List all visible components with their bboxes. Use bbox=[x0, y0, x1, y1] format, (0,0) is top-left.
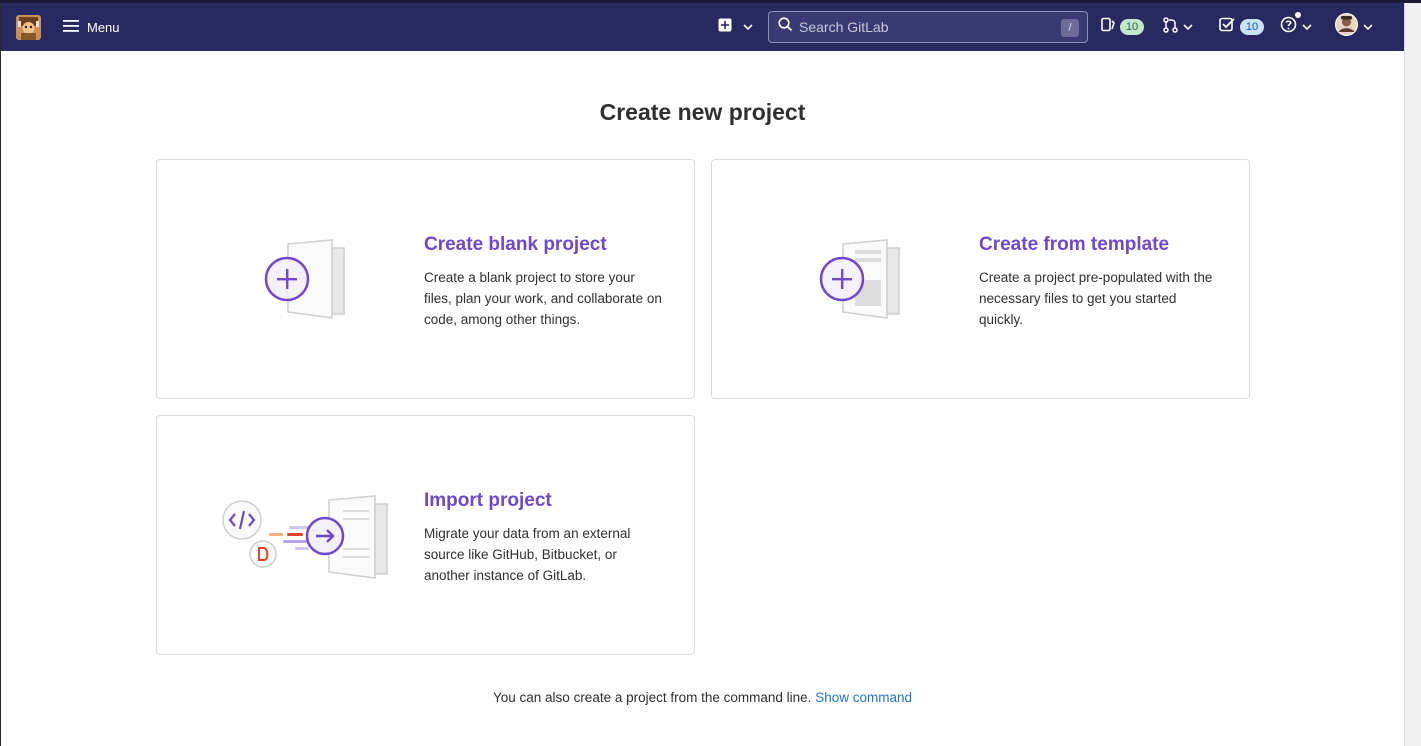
chevron-down-icon bbox=[1183, 18, 1193, 36]
card-title: Import project bbox=[424, 490, 552, 511]
show-command-link[interactable]: Show command bbox=[815, 690, 912, 705]
create-from-template-card[interactable]: Create from template Create a project pr… bbox=[711, 159, 1250, 399]
notification-dot bbox=[1295, 12, 1301, 18]
chevron-down-icon bbox=[1363, 18, 1373, 36]
command-line-hint-text: You can also create a project from the c… bbox=[493, 690, 812, 705]
todo-check-icon bbox=[1219, 17, 1235, 37]
tanuki-avatar-icon[interactable] bbox=[16, 15, 41, 40]
import-project-illustration bbox=[217, 492, 397, 589]
new-dropdown-button[interactable] bbox=[718, 15, 753, 39]
import-project-card[interactable]: Import project Migrate your data from an… bbox=[156, 415, 695, 655]
card-description: Migrate your data from an external sourc… bbox=[424, 526, 631, 583]
issues-icon bbox=[1101, 17, 1115, 37]
chevron-down-icon bbox=[743, 18, 753, 36]
browser-window: Menu / 10 bbox=[1, 3, 1404, 746]
todos-button[interactable]: 10 bbox=[1219, 15, 1264, 39]
scrollbar[interactable] bbox=[1404, 3, 1421, 746]
hamburger-icon bbox=[63, 19, 79, 36]
search-input[interactable] bbox=[799, 19, 1059, 35]
menu-button[interactable]: Menu bbox=[63, 15, 120, 39]
chevron-down-icon bbox=[1302, 18, 1312, 36]
card-title: Create blank project bbox=[424, 234, 607, 255]
todos-count-badge: 10 bbox=[1240, 19, 1264, 35]
card-title: Create from template bbox=[979, 234, 1170, 255]
user-menu-button[interactable] bbox=[1335, 13, 1373, 41]
menu-label: Menu bbox=[87, 19, 120, 35]
question-icon bbox=[1280, 12, 1301, 38]
command-line-hint: You can also create a project from the c… bbox=[1, 690, 1404, 705]
top-navbar: Menu / 10 bbox=[1, 3, 1404, 51]
search-box[interactable]: / bbox=[768, 11, 1088, 43]
plus-square-icon bbox=[718, 18, 732, 37]
card-description: Create a project pre-populated with the … bbox=[979, 270, 1213, 327]
blank-project-illustration bbox=[262, 236, 352, 325]
page-title: Create new project bbox=[599, 99, 806, 125]
help-button[interactable] bbox=[1280, 12, 1312, 39]
issues-button[interactable]: 10 bbox=[1101, 15, 1144, 39]
merge-requests-button[interactable] bbox=[1163, 15, 1193, 39]
search-icon bbox=[778, 17, 793, 37]
merge-request-icon bbox=[1163, 16, 1178, 38]
issues-count-badge: 10 bbox=[1120, 19, 1144, 35]
user-avatar-icon bbox=[1335, 13, 1358, 41]
search-shortcut-key: / bbox=[1061, 19, 1079, 37]
card-description: Create a blank project to store your fil… bbox=[424, 270, 662, 327]
template-project-illustration bbox=[817, 236, 907, 325]
create-blank-project-card[interactable]: Create blank project Create a blank proj… bbox=[156, 159, 695, 399]
